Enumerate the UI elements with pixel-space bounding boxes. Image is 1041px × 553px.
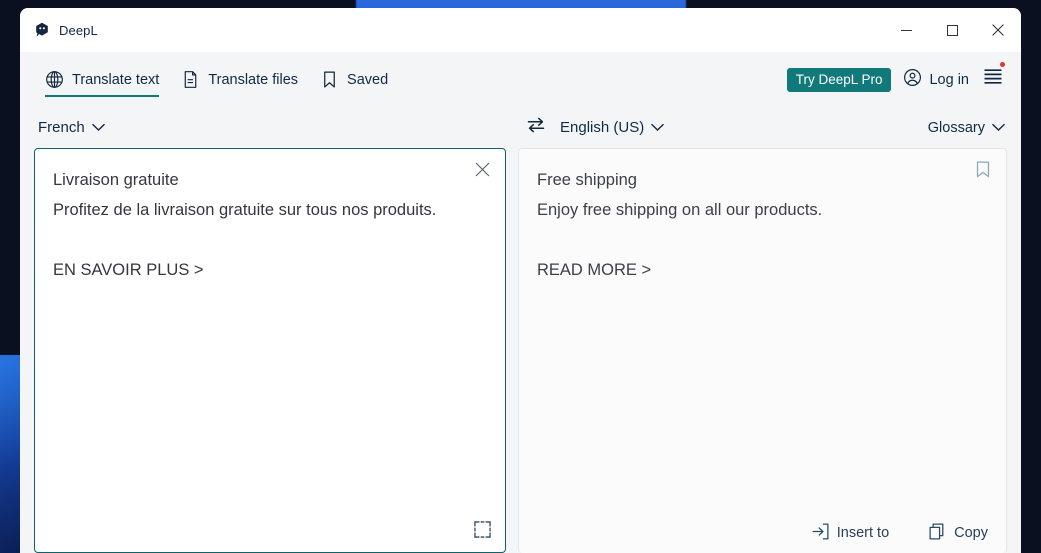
maximize-button[interactable] <box>929 8 975 52</box>
navbar-right-group: Try DeepL Pro Log in <box>786 62 1011 92</box>
bookmark-icon <box>320 70 339 89</box>
wallpaper-left-accent <box>0 355 20 553</box>
login-button[interactable]: Log in <box>891 68 979 91</box>
translation-panels: Livraison gratuite Profitez de la livrai… <box>20 148 1021 553</box>
close-icon <box>475 162 490 182</box>
source-language-label: French <box>38 119 85 136</box>
language-bar: French English (US) Glossary <box>20 107 1021 148</box>
swap-arrows-icon <box>526 116 546 139</box>
tab-translate-files-label: Translate files <box>208 71 299 88</box>
target-language-label: English (US) <box>560 119 645 136</box>
title-bar: DeepL <box>20 8 1021 52</box>
menu-notification-badge <box>1000 62 1005 67</box>
navigation-bar: Translate text Translate files Saved Try… <box>20 52 1021 107</box>
insert-to-button[interactable]: Insert to <box>812 522 890 544</box>
target-text-panel[interactable]: Free shipping Enjoy free shipping on all… <box>518 148 1007 553</box>
copy-button[interactable]: Copy <box>929 522 988 544</box>
target-text-area: Free shipping Enjoy free shipping on all… <box>537 171 823 279</box>
chevron-down-icon <box>91 119 105 136</box>
tab-translate-text[interactable]: Translate text <box>34 52 170 107</box>
save-translation-button[interactable] <box>971 160 995 184</box>
hamburger-menu-icon <box>983 68 1003 91</box>
hamburger-menu-button[interactable] <box>979 62 1011 91</box>
chevron-down-icon <box>992 120 1005 136</box>
target-panel-body: Free shipping Enjoy free shipping on all… <box>519 149 1006 513</box>
source-text-panel[interactable]: Livraison gratuite Profitez de la livrai… <box>34 148 506 553</box>
select-region-button[interactable] <box>471 521 493 543</box>
chevron-down-icon <box>651 119 664 136</box>
copy-label: Copy <box>954 525 988 541</box>
clear-source-button[interactable] <box>470 160 494 184</box>
deepl-app-window: DeepL Translate text Translate files Sav… <box>20 8 1021 553</box>
copy-icon <box>929 522 946 544</box>
target-language-selector[interactable]: English (US) <box>556 116 668 139</box>
app-title: DeepL <box>59 22 98 38</box>
language-bar-source: French <box>20 116 518 139</box>
source-panel-footer <box>35 512 505 552</box>
tab-translate-text-label: Translate text <box>72 71 160 88</box>
target-panel-footer: Insert to Copy <box>519 513 1006 553</box>
close-button[interactable] <box>975 8 1021 52</box>
glossary-label: Glossary <box>927 119 985 136</box>
glossary-selector[interactable]: Glossary <box>926 117 1007 139</box>
document-icon <box>181 70 200 89</box>
minimize-button[interactable] <box>883 8 929 52</box>
insert-to-label: Insert to <box>836 525 890 541</box>
deepl-logo-icon <box>34 22 50 38</box>
minimize-icon <box>900 29 912 31</box>
close-icon <box>992 24 1004 36</box>
insert-arrow-icon <box>812 522 829 544</box>
source-panel-body: Livraison gratuite Profitez de la livrai… <box>35 149 505 512</box>
window-controls <box>883 8 1021 52</box>
titlebar-brand: DeepL <box>20 22 98 38</box>
maximize-icon <box>946 24 958 36</box>
swap-languages-button[interactable] <box>522 114 550 142</box>
globe-icon <box>45 70 64 89</box>
tab-saved[interactable]: Saved <box>309 52 399 107</box>
select-region-icon <box>473 521 491 543</box>
try-deepl-pro-button[interactable]: Try DeepL Pro <box>786 67 892 92</box>
source-text-area[interactable]: Livraison gratuite Profitez de la livrai… <box>53 165 487 285</box>
source-language-selector[interactable]: French <box>34 116 109 139</box>
tab-translate-files[interactable]: Translate files <box>170 52 309 107</box>
tab-saved-label: Saved <box>347 71 389 88</box>
desktop-background: DeepL Translate text Translate files Sav… <box>0 0 1041 553</box>
login-label: Log in <box>929 71 969 88</box>
bookmark-outline-icon <box>975 161 991 183</box>
language-bar-target: English (US) Glossary <box>518 114 1021 142</box>
account-circle-icon <box>903 68 922 91</box>
